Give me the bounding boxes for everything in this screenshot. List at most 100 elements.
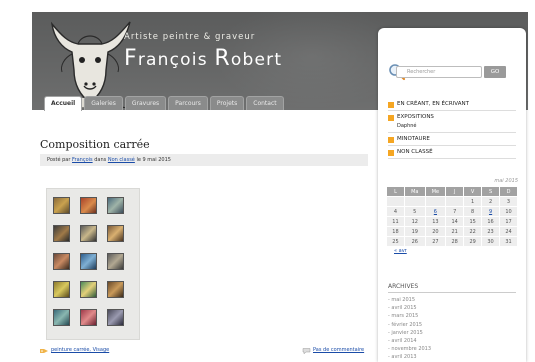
portrait-tile: [53, 253, 70, 270]
category-label: EXPOSITIONS: [397, 114, 434, 120]
calendar-day-cell: 12: [404, 217, 425, 226]
main-nav: Accueil Galeries Gravures Parcours Proje…: [44, 96, 284, 111]
calendar-day-cell: 23: [482, 227, 500, 236]
category-item[interactable]: EN CRÉANT, EN ÉCRIVANT: [388, 98, 516, 111]
portrait-tile: [107, 281, 124, 298]
post-comments-link[interactable]: Pas de commentaire: [313, 347, 364, 353]
category-item[interactable]: MINOTAURE: [388, 133, 516, 146]
site-tagline: Artiste peintre & graveur: [124, 32, 256, 42]
divider: [388, 292, 516, 293]
site-title[interactable]: François Robert: [124, 46, 282, 71]
search-input[interactable]: Rechercher: [396, 66, 482, 78]
calendar-day-cell: 14: [446, 217, 464, 226]
calendar-day-header: L: [387, 187, 404, 196]
category-sub-item[interactable]: Daphné: [397, 123, 516, 129]
comment-icon: [302, 348, 311, 354]
post-image[interactable]: [46, 188, 140, 340]
calendar-blank-cell: [446, 197, 464, 206]
post-title[interactable]: Composition carrée: [40, 138, 150, 151]
calendar-day-cell: 15: [464, 217, 482, 226]
calendar-day-header: S: [482, 187, 500, 196]
archive-link[interactable]: - janvier 2015: [388, 329, 431, 337]
calendar-day-cell: 3: [500, 197, 517, 206]
calendar-day-cell: 30: [482, 237, 500, 246]
calendar-month: mai 2015: [494, 178, 518, 184]
page: Artiste peintre & graveur François Rober…: [32, 12, 528, 362]
nav-tab-gravures[interactable]: Gravures: [124, 96, 167, 110]
sidebar: Rechercher GO EN CRÉANT, EN ÉCRIVANT EXP…: [378, 28, 526, 362]
calendar-day-cell: 29: [464, 237, 482, 246]
calendar-day-cell: 31: [500, 237, 517, 246]
site-title-part-1: rançois: [137, 50, 215, 70]
calendar-day-cell: 1: [464, 197, 482, 206]
nav-tab-projets[interactable]: Projets: [209, 96, 245, 110]
portrait-tile: [107, 309, 124, 326]
calendar-day-cell: 4: [387, 207, 404, 216]
portrait-tile: [107, 197, 124, 214]
post-tags-link[interactable]: peinture carrée, Visage: [51, 347, 109, 353]
calendar-day-cell: 17: [500, 217, 517, 226]
portrait-tile: [53, 225, 70, 242]
archive-link[interactable]: - novembre 2013: [388, 345, 431, 353]
calendar-table: L Ma Me J V S D 1 2 3 4 5 6 7 8 9 10 11 12 13 14 15 16 17 18 19 2…: [386, 186, 518, 247]
calendar: mai 2015 L Ma Me J V S D 1 2 3 4 5 6 7 8 9 10 11 12 13 14 15…: [386, 178, 518, 254]
category-label: MINOTAURE: [397, 136, 430, 142]
nav-tab-accueil[interactable]: Accueil: [44, 96, 83, 111]
portrait-tile: [80, 309, 97, 326]
archive-link[interactable]: - avril 2013: [388, 353, 431, 361]
calendar-day-cell[interactable]: 9: [482, 207, 500, 216]
archives-title: ARCHIVES: [388, 283, 419, 290]
calendar-blank-cell: [387, 197, 404, 206]
calendar-day-cell: 26: [404, 237, 425, 246]
calendar-day-cell: 20: [425, 227, 446, 236]
calendar-day-header: D: [500, 187, 517, 196]
site-title-initial-2: R: [214, 46, 231, 71]
calendar-day-cell: 19: [404, 227, 425, 236]
portrait-tile: [80, 225, 97, 242]
archive-link[interactable]: - février 2015: [388, 321, 431, 329]
search-go-button[interactable]: GO: [484, 66, 506, 78]
category-list: EN CRÉANT, EN ÉCRIVANT EXPOSITIONS Daphn…: [388, 98, 516, 159]
post-date: le 9 mai 2015: [134, 157, 171, 163]
nav-tab-parcours[interactable]: Parcours: [168, 96, 208, 110]
post-footer: peinture carrée, Visage Pas de commentai…: [40, 345, 368, 357]
site-title-part-2: obert: [230, 50, 283, 70]
post-category-link[interactable]: Non classé: [108, 157, 135, 163]
archive-link[interactable]: - avril 2015: [388, 304, 431, 312]
calendar-day-cell: 7: [446, 207, 464, 216]
post-meta-prefix: Posté par: [47, 157, 73, 163]
category-item[interactable]: EXPOSITIONS Daphné: [388, 111, 516, 133]
calendar-day-cell: 5: [404, 207, 425, 216]
calendar-day-cell: 25: [387, 237, 404, 246]
bull-head-logo: [50, 21, 131, 108]
calendar-day-cell: 2: [482, 197, 500, 206]
calendar-day-cell: 8: [464, 207, 482, 216]
calendar-day-cell: 13: [425, 217, 446, 226]
portrait-tile: [107, 225, 124, 242]
calendar-day-cell[interactable]: 6: [425, 207, 446, 216]
calendar-day-header: V: [464, 187, 482, 196]
calendar-day-cell: 18: [387, 227, 404, 236]
calendar-blank-cell: [425, 197, 446, 206]
calendar-day-cell: 21: [446, 227, 464, 236]
calendar-day-cell: 10: [500, 207, 517, 216]
calendar-prev-link[interactable]: « avr: [386, 248, 518, 254]
nav-tab-galeries[interactable]: Galeries: [84, 96, 123, 110]
bullet-square-icon: [388, 150, 394, 156]
category-item[interactable]: NON CLASSÉ: [388, 146, 516, 159]
archive-link[interactable]: - mars 2015: [388, 312, 431, 320]
calendar-day-header: Me: [425, 187, 446, 196]
archive-link[interactable]: - avril 2014: [388, 337, 431, 345]
site-title-initial-1: F: [124, 46, 138, 71]
calendar-day-cell: 16: [482, 217, 500, 226]
post-meta: Posté par François dans Non classé le 9 …: [40, 154, 368, 166]
calendar-day-header: Ma: [404, 187, 425, 196]
nav-tab-contact[interactable]: Contact: [246, 96, 284, 110]
calendar-day-header: J: [446, 187, 464, 196]
portrait-tile: [53, 309, 70, 326]
calendar-blank-cell: [404, 197, 425, 206]
post-meta-mid: dans: [92, 157, 108, 163]
category-label: NON CLASSÉ: [397, 149, 433, 155]
post-author-link[interactable]: François: [72, 157, 93, 163]
archive-link[interactable]: - mai 2015: [388, 296, 431, 304]
